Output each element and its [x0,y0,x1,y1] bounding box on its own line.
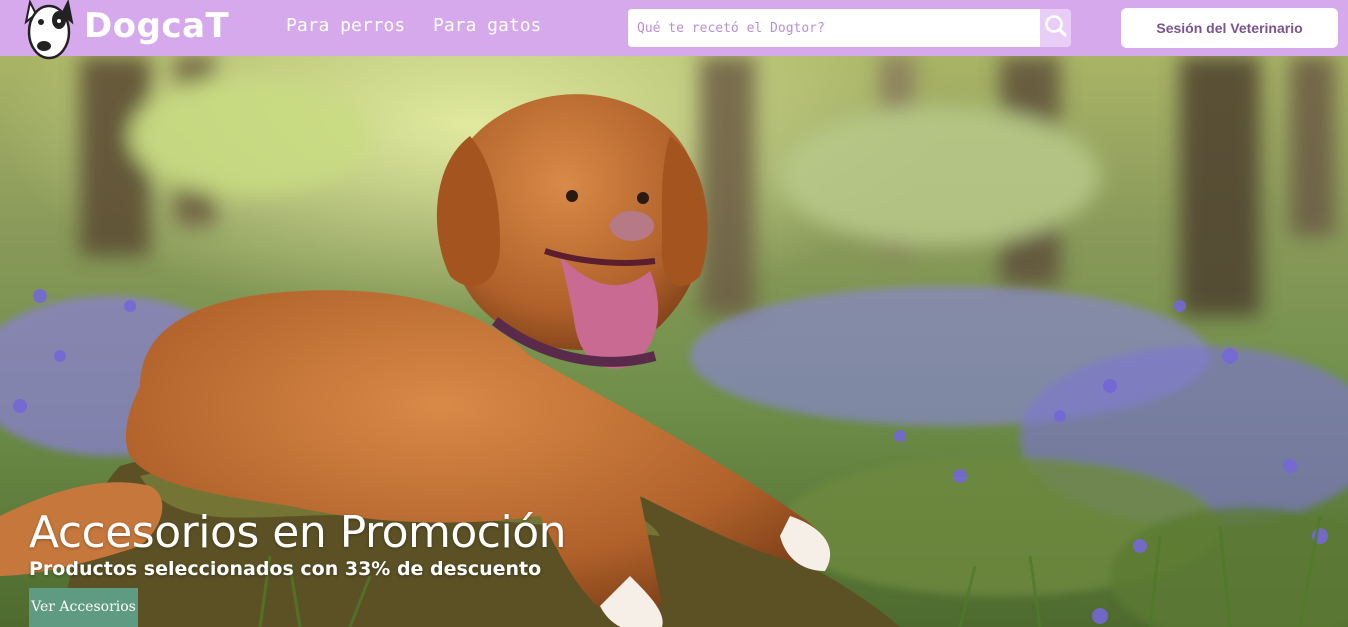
ver-accesorios-button[interactable]: Ver Accesorios [29,588,138,627]
nav-link-para-perros[interactable]: Para perros [286,15,405,36]
vet-session-button[interactable]: Sesión del Veterinario [1121,8,1338,48]
hero-banner: Accesorios en Promoción Productos selecc… [0,56,1348,627]
brand-name[interactable]: DogcaT [84,6,229,46]
search-button[interactable] [1040,9,1071,47]
nav-link-para-gatos[interactable]: Para gatos [433,15,541,36]
hero-title: Accesorios en Promoción [29,507,567,558]
bull-terrier-dog-icon[interactable] [22,0,76,62]
search-icon [1045,15,1067,37]
hero-subtitle: Productos seleccionados con 33% de descu… [29,558,542,580]
navbar: DogcaT Para perros Para gatos Sesión del… [0,0,1348,60]
search-input[interactable] [628,9,1040,47]
